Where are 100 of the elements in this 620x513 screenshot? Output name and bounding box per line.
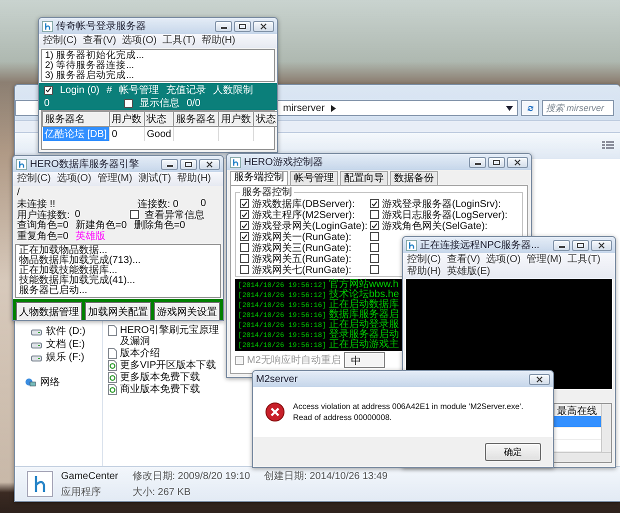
maximize-button[interactable]: [180, 158, 197, 170]
maximize-button[interactable]: [234, 20, 251, 32]
log-line: 正在加载技能数据库...: [19, 266, 118, 276]
menu-link[interactable]: 帐号管理: [119, 83, 160, 97]
menu-item[interactable]: 测试(T): [138, 173, 172, 185]
menu-item[interactable]: 帮助(H): [407, 266, 441, 278]
checkbox[interactable]: [240, 232, 249, 241]
app-icon: [406, 240, 417, 250]
checkbox[interactable]: [130, 210, 140, 219]
search-field[interactable]: 搜索 mirserver: [542, 100, 614, 116]
app-icon: [27, 471, 53, 497]
menu-item[interactable]: 控制(C): [17, 173, 51, 185]
file-name[interactable]: 商业版本免费下载: [120, 384, 200, 395]
close-icon: [206, 160, 213, 168]
menu-item[interactable]: 选项(O): [122, 35, 157, 47]
nav-item[interactable]: 娱乐 (F:): [46, 350, 84, 364]
close-button[interactable]: [253, 20, 274, 32]
ratio-label: 0/0: [186, 98, 200, 108]
checkbox[interactable]: [44, 86, 53, 94]
minimize-button[interactable]: [161, 158, 178, 170]
maximize-button[interactable]: [488, 156, 505, 168]
checkbox-label: 游戏登录服务器(LoginSrv):: [382, 198, 501, 210]
checkbox-label: 游戏日志服务器(LogServer):: [382, 210, 508, 220]
tab[interactable]: 帐号管理: [290, 171, 338, 185]
minimize-button[interactable]: [215, 20, 232, 32]
checkbox[interactable]: [370, 254, 379, 263]
menu-item[interactable]: 控制(C): [43, 35, 77, 47]
checkbox[interactable]: [370, 243, 379, 252]
count-label: 0: [44, 98, 50, 108]
maximize-button[interactable]: [572, 240, 589, 250]
menu-item[interactable]: 工具(T): [162, 35, 196, 47]
app-icon: [230, 156, 241, 168]
checkbox[interactable]: [124, 98, 133, 108]
tab[interactable]: 数据备份: [390, 171, 438, 185]
menu-item[interactable]: 管理(M): [97, 173, 132, 185]
stat-label: 查询角色=0: [17, 220, 68, 231]
log-line: 物品数据库加载完成(713)...: [19, 256, 142, 266]
menu-item[interactable]: 帮助(H): [177, 173, 212, 185]
stat-label: 重复角色=0: [17, 231, 68, 242]
web-page-icon: [108, 360, 117, 371]
window-title: HERO游戏控制器: [244, 156, 324, 169]
app-icon: [16, 158, 27, 170]
minimize-button[interactable]: [469, 156, 486, 168]
file-name[interactable]: 版本介绍: [120, 348, 160, 359]
close-button[interactable]: [507, 156, 528, 168]
menu-item[interactable]: 管理(M): [526, 254, 562, 266]
file-name[interactable]: 更多版本免费下载: [120, 372, 200, 383]
checkbox[interactable]: [240, 210, 249, 219]
close-button[interactable]: [529, 374, 550, 384]
menu-item[interactable]: 帮助(H): [201, 35, 236, 47]
checkbox[interactable]: [370, 232, 379, 241]
refresh-button[interactable]: [521, 100, 539, 116]
log-line: 2) 等待服务器连接...: [45, 61, 136, 71]
chevron-icon: [330, 104, 336, 112]
minimize-button[interactable]: [553, 240, 570, 250]
menu-item[interactable]: 查看(V): [446, 254, 480, 266]
checkbox[interactable]: [370, 199, 379, 208]
close-icon: [536, 376, 543, 382]
action-button[interactable]: 中: [344, 352, 385, 368]
edition-label: 英雄版: [75, 231, 106, 242]
checkbox[interactable]: [240, 243, 249, 252]
action-button[interactable]: 加载网关配置: [85, 302, 151, 320]
checkbox-label: 查看异常信息: [144, 208, 204, 220]
file-name[interactable]: HERO引擎刷元宝原理及漏洞: [120, 325, 221, 347]
table-cell: 0: [109, 126, 144, 141]
menu-item[interactable]: 英雄版(E): [446, 266, 490, 278]
checkbox[interactable]: [370, 265, 379, 274]
log-line: 正在加载物品数据...: [19, 246, 108, 256]
action-button[interactable]: 人物数据管理: [16, 302, 82, 320]
count-label: 0: [74, 209, 80, 220]
stat-label: 删除角色=0: [134, 220, 186, 231]
menu-link[interactable]: 充值记录: [166, 83, 206, 97]
nav-item[interactable]: 软件 (D:): [46, 324, 86, 338]
ok-button[interactable]: 确定: [485, 443, 541, 461]
checkbox[interactable]: [240, 199, 249, 208]
checkbox[interactable]: [240, 221, 249, 230]
web-page-icon: [108, 372, 117, 383]
dropdown-icon[interactable]: [506, 106, 513, 110]
menu-item[interactable]: 选项(O): [486, 254, 521, 266]
column-header: 用户数: [218, 112, 254, 126]
tab[interactable]: 服务端控制: [230, 171, 288, 185]
action-button[interactable]: 游戏网关设置: [154, 302, 220, 320]
checkbox[interactable]: [370, 210, 379, 219]
close-button[interactable]: [199, 158, 220, 170]
checkbox[interactable]: [370, 221, 379, 230]
nav-item[interactable]: 网络: [40, 375, 60, 389]
menu-item[interactable]: 查看(V): [82, 35, 116, 47]
file-name[interactable]: 更多VIP开区版本下载: [120, 360, 216, 371]
created-date: 创建日期: 2014/10/26 13:49: [264, 470, 388, 483]
menu-item[interactable]: 控制(C): [407, 254, 441, 266]
view-options-icon[interactable]: [602, 141, 614, 151]
checkbox[interactable]: [240, 254, 249, 263]
close-button[interactable]: [591, 240, 612, 250]
nav-item[interactable]: 文档 (E:): [46, 337, 85, 351]
menu-link[interactable]: 人数限制: [213, 83, 254, 97]
menu-item[interactable]: 选项(O): [56, 173, 92, 185]
scrollbar[interactable]: [601, 404, 611, 452]
menu-item[interactable]: 工具(T): [568, 254, 600, 266]
checkbox[interactable]: [240, 265, 249, 274]
tab[interactable]: 配置向导: [340, 171, 388, 185]
